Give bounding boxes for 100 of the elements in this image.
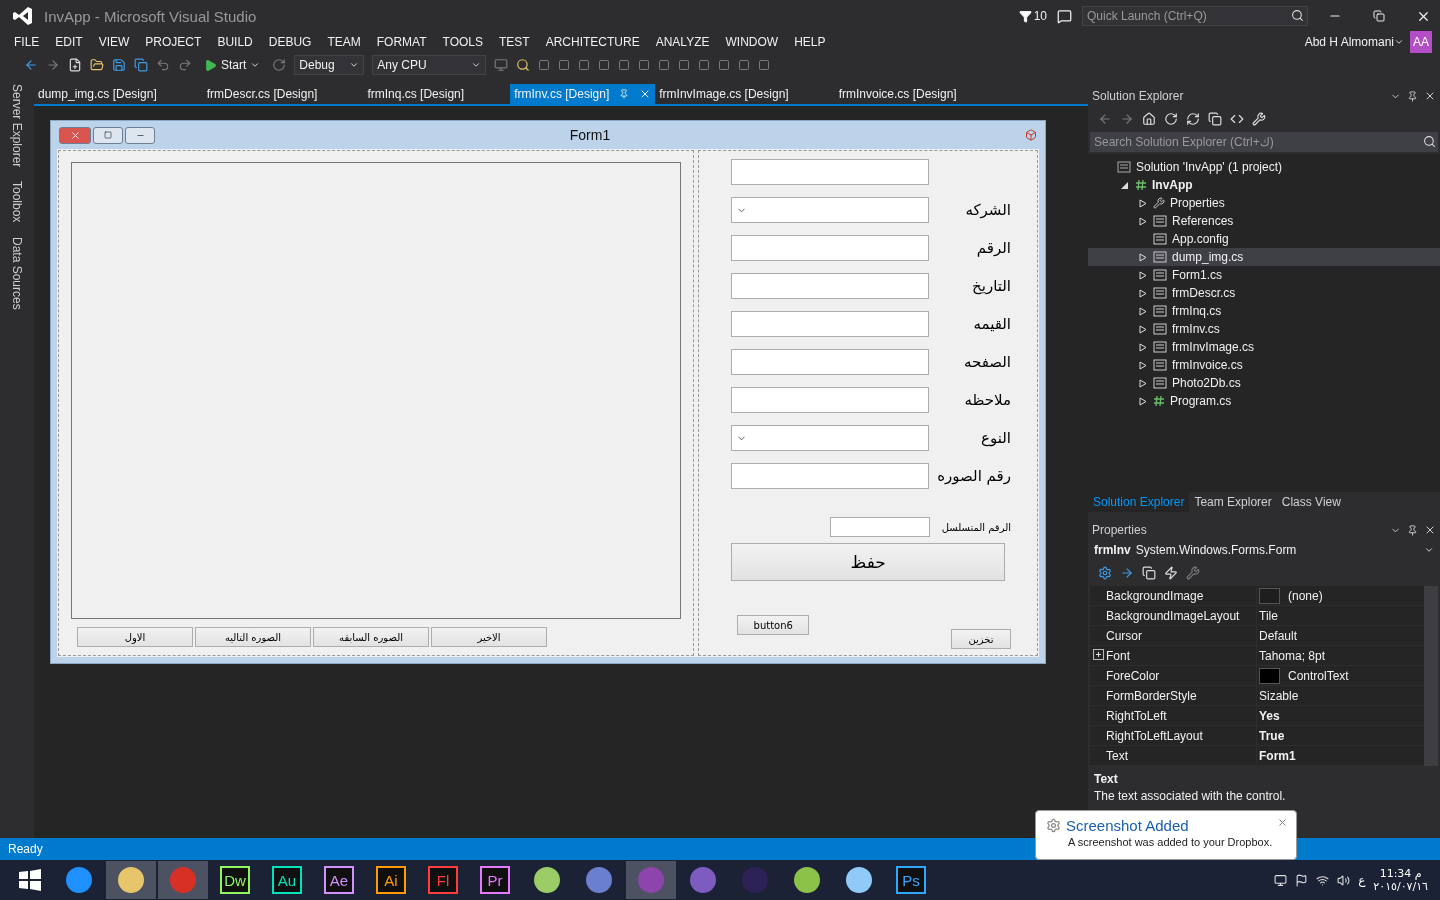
document-tab[interactable]: frmInq.cs [Design]	[363, 84, 469, 104]
collapsed-arrow-icon[interactable]	[1139, 252, 1147, 262]
text-field[interactable]	[731, 311, 930, 337]
property-value[interactable]: ControlText	[1256, 666, 1424, 685]
tree-item[interactable]: App.config	[1088, 230, 1440, 248]
expand-icon[interactable]	[1093, 648, 1104, 660]
menu-item[interactable]: TOOLS	[434, 35, 491, 49]
collapsed-arrow-icon[interactable]	[1139, 396, 1147, 406]
menu-item[interactable]: ANALYZE	[647, 35, 718, 49]
tree-item[interactable]: References	[1088, 212, 1440, 230]
taskbar-app[interactable]	[106, 861, 156, 899]
nav-button[interactable]: الصوره السابقه	[313, 627, 429, 647]
taskbar-app[interactable]: Au	[262, 861, 312, 899]
tree-item[interactable]: Solution 'InvApp' (1 project)	[1088, 158, 1440, 176]
new-file-icon[interactable]	[68, 58, 82, 72]
tree-item[interactable]: Form1.cs	[1088, 266, 1440, 284]
close-icon[interactable]	[1424, 90, 1436, 102]
collapsed-arrow-icon[interactable]	[1139, 270, 1147, 280]
avatar[interactable]: AA	[1410, 31, 1432, 53]
expanded-arrow-icon[interactable]	[1121, 180, 1129, 190]
undo-icon[interactable]	[156, 58, 170, 72]
document-tab[interactable]: frmDescr.cs [Design]	[202, 84, 322, 104]
tree-item[interactable]: Photo2Db.cs	[1088, 374, 1440, 392]
tree-item[interactable]: InvApp	[1088, 176, 1440, 194]
side-tab[interactable]: Server Explorer	[10, 84, 24, 168]
tree-item[interactable]: frmInvoice.cs	[1088, 356, 1440, 374]
text-field[interactable]	[731, 349, 930, 375]
text-field[interactable]	[731, 159, 930, 185]
folder-icon[interactable]	[90, 58, 104, 72]
collapsed-arrow-icon[interactable]	[1139, 216, 1147, 226]
save-icon[interactable]	[112, 58, 126, 72]
document-tab[interactable]: frmInvImage.cs [Design]	[655, 84, 793, 104]
tree-item[interactable]: frmInq.cs	[1088, 302, 1440, 320]
menu-item[interactable]: BUILD	[209, 35, 261, 49]
collapsed-arrow-icon[interactable]	[1139, 342, 1147, 352]
store-button[interactable]: تخزين	[951, 629, 1011, 649]
notification-popup[interactable]: Screenshot Added A screenshot was added to your Dropbox.	[1035, 810, 1297, 860]
search-field[interactable]: Search Solution Explorer (Ctrl+ك)	[1090, 132, 1438, 152]
home-icon[interactable]	[1142, 112, 1156, 126]
button[interactable]: button6	[737, 615, 810, 635]
code-icon[interactable]	[1230, 112, 1244, 126]
lightning-icon[interactable]	[1164, 566, 1178, 580]
collapsed-arrow-icon[interactable]	[1139, 198, 1147, 208]
tree-item[interactable]: Program.cs	[1088, 392, 1440, 410]
property-value[interactable]: (none)	[1256, 586, 1424, 605]
scrollbar[interactable]	[1424, 586, 1438, 766]
forward-icon[interactable]	[46, 58, 60, 72]
text-field[interactable]	[731, 463, 930, 489]
configuration-dropdown[interactable]: Debug	[294, 55, 365, 75]
collapsed-arrow-icon[interactable]	[1139, 360, 1147, 370]
nav-button[interactable]: الاول	[77, 627, 193, 647]
tree-item[interactable]: Properties	[1088, 194, 1440, 212]
language-indicator[interactable]: ع	[1358, 873, 1366, 887]
forward-icon[interactable]	[1120, 112, 1134, 126]
document-tab[interactable]: frmInv.cs [Design]	[510, 84, 656, 104]
panel-tab[interactable]: Class View	[1276, 492, 1346, 512]
volume-icon[interactable]	[1337, 873, 1351, 887]
text-field[interactable]	[731, 235, 930, 261]
menu-item[interactable]: TEAM	[319, 35, 369, 49]
menu-item[interactable]: TEST	[491, 35, 538, 49]
taskbar-app[interactable]: Dw	[210, 861, 260, 899]
panel-tab[interactable]: Solution Explorer	[1088, 492, 1190, 512]
maximize-button[interactable]	[93, 126, 123, 144]
dropdown-field[interactable]	[731, 197, 930, 223]
sync-icon[interactable]	[1186, 112, 1200, 126]
copy-icon[interactable]	[1208, 112, 1222, 126]
search-icon[interactable]	[1291, 9, 1304, 22]
clock[interactable]: 11:34 م ٢٠١٥/٠٧/١٦	[1373, 867, 1428, 893]
pin-icon[interactable]	[1407, 524, 1418, 536]
close-icon[interactable]	[1424, 524, 1436, 536]
collapsed-arrow-icon[interactable]	[1139, 378, 1147, 388]
save-button[interactable]: حفظ	[731, 543, 1006, 581]
menu-item[interactable]: PROJECT	[137, 35, 210, 49]
search-icon[interactable]	[516, 58, 531, 72]
start-button[interactable]: Start	[200, 58, 265, 72]
side-tab[interactable]: Data Sources	[10, 236, 24, 310]
menu-item[interactable]: FORMAT	[368, 35, 435, 49]
text-field[interactable]	[731, 273, 930, 299]
pin-icon[interactable]	[1407, 90, 1418, 102]
menu-item[interactable]: WINDOW	[717, 35, 787, 49]
collapsed-arrow-icon[interactable]	[1139, 306, 1147, 316]
flag-icon[interactable]	[1295, 873, 1309, 887]
platform-dropdown[interactable]: Any CPU	[372, 55, 487, 75]
nav-button[interactable]: الصوره التاليه	[195, 627, 311, 647]
search-icon[interactable]	[1423, 135, 1436, 148]
menu-item[interactable]: DEBUG	[260, 35, 320, 49]
tree-item[interactable]: frmDescr.cs	[1088, 284, 1440, 302]
tree-item[interactable]: frmInv.cs	[1088, 320, 1440, 338]
back-icon[interactable]	[1098, 112, 1112, 126]
dropdown-field[interactable]	[731, 425, 930, 451]
panel-tab[interactable]: Team Explorer	[1189, 492, 1277, 512]
speech-bubble-icon[interactable]	[1057, 8, 1072, 24]
collapsed-arrow-icon[interactable]	[1139, 288, 1147, 298]
taskbar-app[interactable]: Fl	[418, 861, 468, 899]
taskbar-app[interactable]: Ps	[886, 861, 936, 899]
back-icon[interactable]	[24, 58, 38, 72]
menu-item[interactable]: ARCHITECTURE	[537, 35, 648, 49]
menu-item[interactable]: FILE	[6, 35, 48, 49]
notifications-button[interactable]: 10	[1018, 9, 1047, 23]
document-tab[interactable]: dump_img.cs [Design]	[34, 84, 161, 104]
